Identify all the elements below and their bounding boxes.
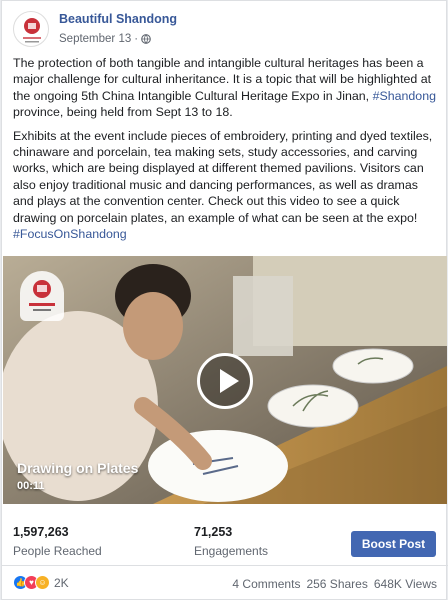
post-text: The protection of both tangible and inta… bbox=[13, 55, 437, 249]
people-reached-label: People Reached bbox=[13, 544, 102, 558]
post-header: Beautiful Shandong September 13 · bbox=[13, 11, 433, 51]
page-name-link[interactable]: Beautiful Shandong bbox=[59, 12, 177, 26]
engagement-counts: 4 Comments 256 Shares 648K Views bbox=[232, 577, 437, 591]
globe-icon bbox=[141, 34, 151, 44]
video-duration: 00:11 bbox=[17, 480, 45, 492]
post-paragraph-1: The protection of both tangible and inta… bbox=[13, 56, 436, 120]
post-date[interactable]: September 13 bbox=[59, 33, 131, 45]
hashtag-focusonshandong[interactable]: #FocusOnShandong bbox=[13, 227, 127, 241]
engagements-value: 71,253 bbox=[194, 525, 233, 539]
play-button[interactable] bbox=[197, 353, 253, 409]
shares-link[interactable]: 256 Shares bbox=[306, 577, 367, 591]
boost-post-button[interactable]: Boost Post bbox=[351, 531, 436, 557]
comments-link[interactable]: 4 Comments bbox=[232, 577, 300, 591]
watermark-logo-icon bbox=[29, 280, 55, 311]
post-paragraph-2: Exhibits at the event include pieces of … bbox=[13, 128, 433, 242]
post-insights: 1,597,263 People Reached 71,253 Engageme… bbox=[2, 506, 448, 566]
haha-reaction-icon: ☺ bbox=[35, 575, 50, 590]
views-count[interactable]: 648K Views bbox=[374, 577, 437, 591]
reaction-count: 2K bbox=[54, 575, 69, 590]
post-footer: 👍 ♥ ☺ 2K 4 Comments 256 Shares 648K View… bbox=[2, 569, 448, 599]
shandong-logo-icon bbox=[23, 18, 41, 43]
post-card: Beautiful Shandong September 13 · The pr… bbox=[1, 0, 448, 600]
meta-separator: · bbox=[134, 33, 139, 45]
video-title: Drawing on Plates bbox=[17, 460, 139, 476]
page-avatar[interactable] bbox=[13, 11, 49, 47]
hashtag-shandong[interactable]: #Shandong bbox=[373, 89, 436, 103]
video-player[interactable]: Drawing on Plates 00:11 bbox=[3, 256, 447, 504]
reactions-summary[interactable]: 👍 ♥ ☺ 2K bbox=[13, 575, 69, 590]
post-meta: September 13 · bbox=[59, 33, 151, 45]
channel-watermark bbox=[20, 271, 64, 321]
people-reached-value: 1,597,263 bbox=[13, 525, 69, 539]
engagements-label: Engagements bbox=[194, 544, 269, 558]
